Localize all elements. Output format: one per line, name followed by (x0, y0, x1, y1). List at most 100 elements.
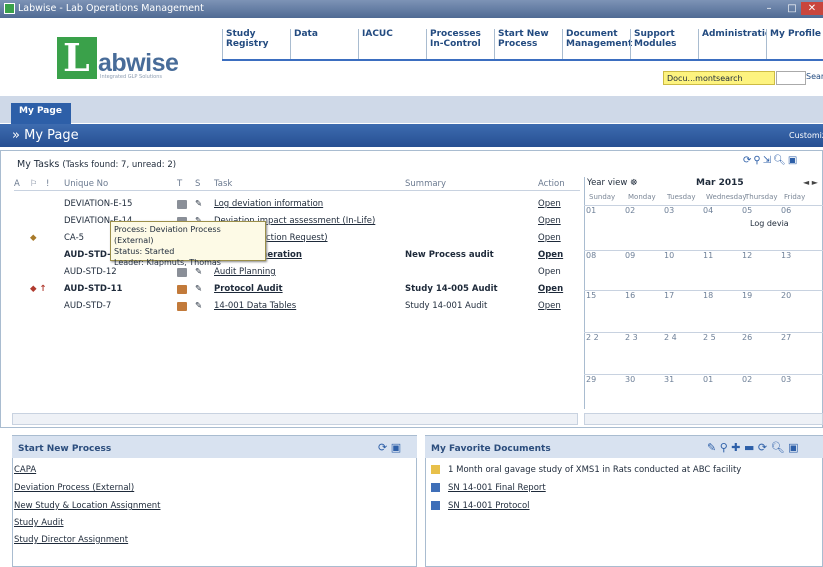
search-input[interactable] (776, 71, 806, 85)
table-row[interactable]: ◆ CA-5 ✎ Corrective Action Request) Open (14, 230, 580, 247)
refresh-icon[interactable]: ⟳ (758, 441, 767, 454)
calendar-day[interactable]: 30 (625, 375, 635, 384)
calendar-day[interactable]: 2 5 (703, 333, 716, 342)
maximize-button[interactable]: □ (781, 2, 803, 15)
col-a[interactable]: A (14, 179, 20, 189)
link-icon[interactable]: ⚲ (753, 155, 762, 166)
tasks-horizontal-scrollbar[interactable] (12, 413, 578, 425)
calendar-day[interactable]: 04 (703, 206, 713, 215)
favorite-document-label[interactable]: SN 14-001 Protocol (448, 501, 530, 511)
col-action[interactable]: Action (538, 179, 565, 189)
task-link[interactable]: Protocol Audit (214, 284, 283, 294)
nav-my-profile[interactable]: My Profile (766, 29, 823, 59)
calendar-day[interactable]: 18 (703, 291, 713, 300)
nav-iacuc[interactable]: IACUC (358, 29, 426, 59)
calendar-day[interactable]: 26 (742, 333, 752, 342)
table-row[interactable]: DEVIATION-E-15 ✎ Log deviation informati… (14, 196, 580, 213)
open-link[interactable]: Open (538, 301, 561, 311)
process-link-deviation[interactable]: Deviation Process (External) (14, 483, 134, 493)
favorite-document-label[interactable]: 1 Month oral gavage study of XMS1 in Rat… (448, 465, 741, 475)
col-priority[interactable]: ! (46, 179, 49, 189)
calendar-day[interactable]: 06 (781, 206, 791, 215)
col-unique-no[interactable]: Unique No (64, 179, 108, 189)
nav-support-modules[interactable]: Support Modules (630, 29, 698, 59)
favorite-document[interactable]: SN 14-001 Protocol (431, 501, 530, 511)
open-link[interactable]: Open (538, 216, 561, 226)
calendar-event[interactable]: Log devia (750, 219, 789, 228)
calendar-day[interactable]: 08 (586, 251, 596, 260)
window-icon[interactable]: ▣ (391, 441, 401, 454)
calendar-nav-arrows[interactable]: ◄ ► (803, 178, 818, 187)
task-link[interactable]: Audit Planning (214, 267, 276, 277)
calendar-day[interactable]: 03 (781, 375, 791, 384)
calendar-day[interactable]: 09 (625, 251, 635, 260)
calendar-day[interactable]: 29 (586, 375, 596, 384)
calendar-day[interactable]: 03 (664, 206, 674, 215)
process-link-capa[interactable]: CAPA (14, 465, 36, 475)
refresh-icon[interactable]: ⟳ (378, 441, 387, 454)
customize-link[interactable]: Customize (789, 131, 823, 140)
col-status[interactable]: S (195, 179, 200, 189)
calendar-day[interactable]: 2 2 (586, 333, 599, 342)
calendar-day[interactable]: 02 (742, 375, 752, 384)
open-link[interactable]: Open (538, 284, 563, 294)
favorite-document[interactable]: SN 14-001 Final Report (431, 483, 546, 493)
calendar-horizontal-scrollbar[interactable] (584, 413, 823, 425)
remove-icon[interactable]: ▬ (744, 441, 754, 454)
calendar-day[interactable]: 01 (586, 206, 596, 215)
task-link[interactable]: 14-001 Data Tables (214, 301, 296, 311)
process-link-new-study[interactable]: New Study & Location Assignment (14, 501, 161, 511)
search-icon[interactable]: 🔍︎ (773, 155, 788, 166)
calendar-day[interactable]: 31 (664, 375, 674, 384)
open-link[interactable]: Open (538, 250, 563, 260)
minimize-button[interactable]: – (758, 2, 780, 15)
nav-study-registry[interactable]: Study Registry (222, 29, 290, 59)
calendar-day[interactable]: 05 (742, 206, 752, 215)
window-icon[interactable]: ▣ (788, 155, 799, 166)
calendar-day[interactable]: 20 (781, 291, 791, 300)
search-scope-select[interactable]: Docu...montsearch (663, 71, 775, 85)
favorite-document[interactable]: 1 Month oral gavage study of XMS1 in Rat… (431, 465, 741, 475)
open-link[interactable]: Open (538, 267, 561, 277)
calendar-day[interactable]: 27 (781, 333, 791, 342)
calendar-day[interactable]: 11 (703, 251, 713, 260)
nav-administration[interactable]: Administration (698, 29, 766, 59)
export-icon[interactable]: ⇲ (763, 155, 773, 166)
close-button[interactable]: ✕ (801, 2, 823, 15)
nav-processes-in-control[interactable]: Processes In-Control (426, 29, 494, 59)
calendar-day[interactable]: 2 4 (664, 333, 677, 342)
col-task[interactable]: Task (214, 179, 232, 189)
favorite-document-label[interactable]: SN 14-001 Final Report (448, 483, 546, 493)
nav-document-management[interactable]: Document Management (562, 29, 632, 59)
calendar-day[interactable]: 17 (664, 291, 674, 300)
process-link-study-audit[interactable]: Study Audit (14, 518, 64, 528)
nav-data[interactable]: Data (290, 29, 358, 59)
calendar-day[interactable]: 12 (742, 251, 752, 260)
window-icon[interactable]: ▣ (788, 441, 798, 454)
search-link[interactable]: Sear (806, 72, 823, 81)
task-link[interactable]: Log deviation information (214, 199, 323, 209)
col-type[interactable]: T (177, 179, 182, 189)
calendar-day[interactable]: 01 (703, 375, 713, 384)
col-flag[interactable]: ⚐ (30, 179, 38, 189)
refresh-icon[interactable]: ⟳ (743, 155, 753, 166)
add-icon[interactable]: ✚ (731, 441, 740, 454)
open-link[interactable]: Open (538, 233, 561, 243)
nav-start-new-process[interactable]: Start New Process (494, 29, 562, 59)
table-row[interactable]: DEVIATION-E-14 ✎ Deviation impact assess… (14, 213, 580, 230)
calendar-day[interactable]: 16 (625, 291, 635, 300)
calendar-day[interactable]: 13 (781, 251, 791, 260)
calendar-view-select[interactable]: Year view ☸ (587, 178, 638, 188)
table-row[interactable]: AUD-STD- ✎ Report generation New Process… (14, 247, 580, 264)
calendar-day[interactable]: 2 3 (625, 333, 638, 342)
calendar-day[interactable]: 02 (625, 206, 635, 215)
col-summary[interactable]: Summary (405, 179, 446, 189)
table-row[interactable]: ◆ ↑ AUD-STD-11 ✎ Protocol Audit Study 14… (14, 281, 580, 298)
pin-icon[interactable]: ⚲ (720, 441, 728, 454)
table-row[interactable]: AUD-STD-7 ✎ 14-001 Data Tables Study 14-… (14, 298, 580, 315)
table-row[interactable]: AUD-STD-12 ✎ Audit Planning Open (14, 264, 580, 281)
edit-icon[interactable]: ✎ (707, 441, 716, 454)
calendar-day[interactable]: 15 (586, 291, 596, 300)
calendar-day[interactable]: 19 (742, 291, 752, 300)
tab-my-page[interactable]: My Page (11, 103, 71, 124)
